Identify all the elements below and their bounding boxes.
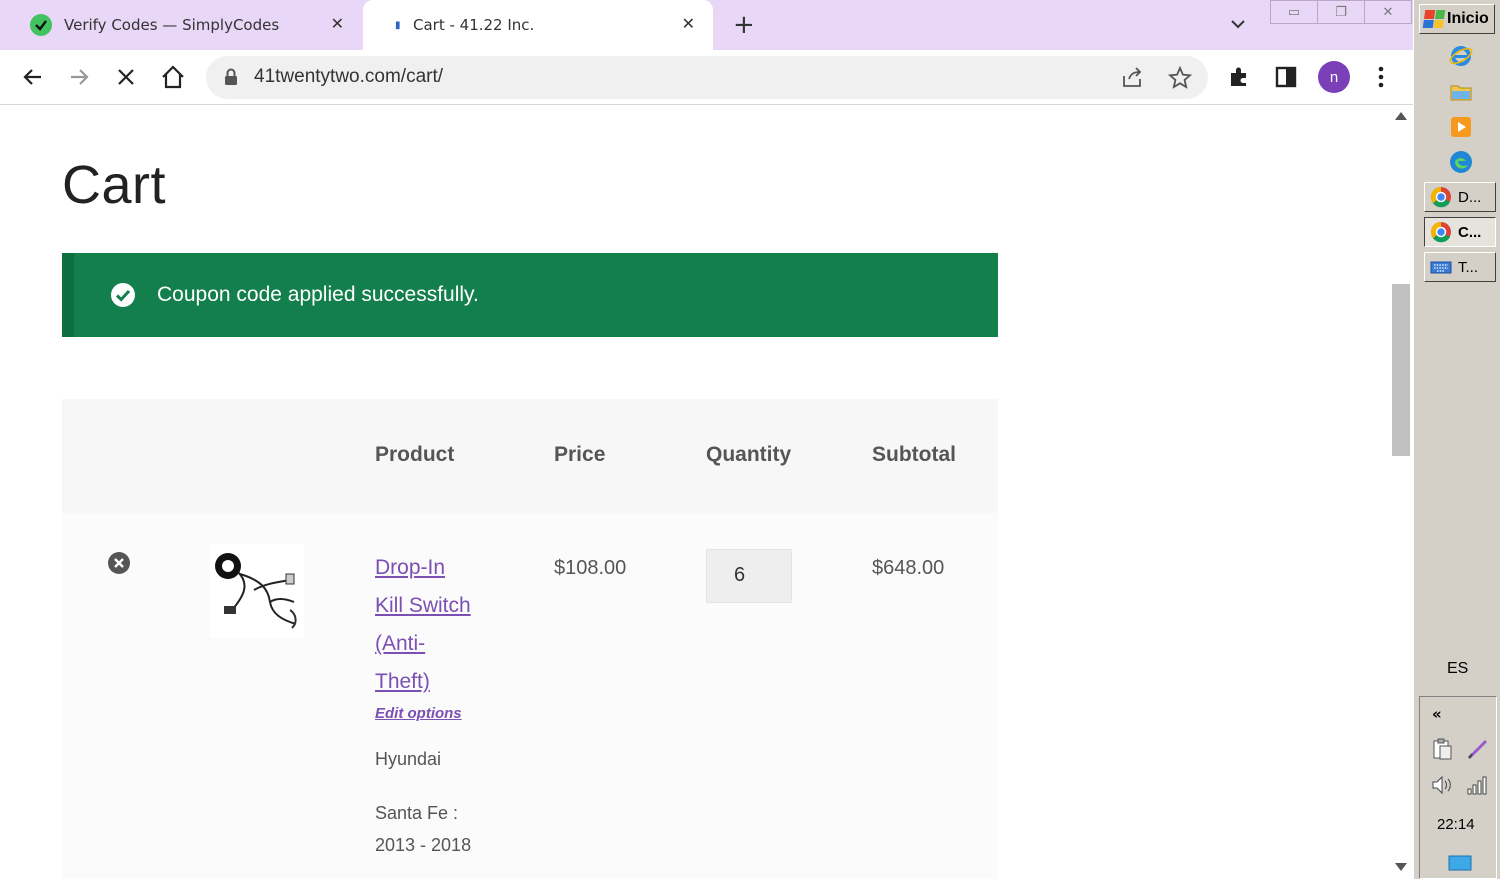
more-menu-icon[interactable] <box>1366 62 1396 92</box>
close-window-button[interactable]: ✕ <box>1365 1 1411 23</box>
chrome-icon <box>1431 222 1451 243</box>
stop-loading-icon[interactable] <box>111 62 141 92</box>
forward-arrow-icon[interactable] <box>64 62 94 92</box>
profile-avatar[interactable]: n <box>1318 61 1350 93</box>
tab-simplycodes[interactable]: Verify Codes — SimplyCodes ✕ <box>0 0 362 50</box>
lock-icon <box>224 68 238 90</box>
url-text: 41twentytwo.com/cart/ <box>254 66 444 87</box>
header-subtotal: Subtotal <box>872 443 956 466</box>
bookmark-star-icon[interactable] <box>1167 65 1193 94</box>
page-scrollbar[interactable] <box>1390 106 1413 879</box>
simplycodes-icon <box>30 14 52 36</box>
close-tab-icon[interactable]: ✕ <box>331 14 344 33</box>
volume-icon[interactable] <box>1430 773 1454 797</box>
new-tab-button[interactable]: + <box>733 10 755 40</box>
item-price: $108.00 <box>554 557 627 579</box>
quantity-input[interactable]: 6 <box>706 549 792 603</box>
notice-text: Coupon code applied successfully. <box>157 283 479 306</box>
product-thumbnail[interactable] <box>210 544 304 638</box>
loading-icon: ▮ <box>395 19 401 31</box>
task-label: D... <box>1458 188 1482 206</box>
network-signal-icon[interactable] <box>1466 773 1490 797</box>
system-tray: « 22:14 <box>1419 696 1497 879</box>
task-label: C... <box>1458 223 1482 241</box>
minimize-button[interactable]: ▭ <box>1271 1 1318 23</box>
product-meta-years: 2013 - 2018 <box>375 835 472 855</box>
taskbar-item-chrome-1[interactable]: D... <box>1424 182 1496 212</box>
edge-icon[interactable] <box>1449 150 1473 174</box>
header-price: Price <box>554 443 606 466</box>
show-desktop-icon[interactable] <box>1448 852 1472 876</box>
task-label: T... <box>1458 258 1479 276</box>
header-quantity: Quantity <box>706 443 792 466</box>
taskbar-item-keyboard[interactable]: T... <box>1424 252 1496 282</box>
taskbar-item-chrome-2[interactable]: C... <box>1424 217 1496 247</box>
window-controls: ▭ ❐ ✕ <box>1270 0 1412 24</box>
start-label: Inicio <box>1447 10 1489 27</box>
chevron-down-icon[interactable] <box>1226 12 1250 36</box>
close-tab-icon[interactable]: ✕ <box>682 14 695 33</box>
check-circle-icon <box>110 282 136 308</box>
restore-button[interactable]: ❐ <box>1318 1 1365 23</box>
pen-icon[interactable] <box>1466 737 1490 761</box>
windows-taskbar: Inicio D... C... T... ES « 22:14 <box>1413 0 1500 879</box>
internet-explorer-icon[interactable] <box>1449 44 1473 68</box>
chrome-icon <box>1431 187 1451 208</box>
tab-title: Cart - 41.22 Inc. <box>413 16 535 34</box>
share-icon[interactable] <box>1121 67 1143 93</box>
edit-options-link[interactable]: Edit options <box>375 705 462 722</box>
scroll-down-arrow-icon[interactable] <box>1395 863 1407 871</box>
folder-icon[interactable] <box>1449 80 1473 104</box>
start-button[interactable]: Inicio <box>1419 4 1495 34</box>
browser-toolbar: 41twentytwo.com/cart/ n <box>0 50 1413 105</box>
media-player-icon[interactable] <box>1449 115 1473 139</box>
product-meta-model: Santa Fe : <box>375 803 459 823</box>
clock[interactable]: 22:14 <box>1437 816 1475 833</box>
table-header: Product Price Quantity Subtotal <box>62 399 998 513</box>
success-notice: Coupon code applied successfully. <box>62 253 998 337</box>
scroll-thumb[interactable] <box>1392 284 1410 456</box>
address-bar[interactable]: 41twentytwo.com/cart/ <box>206 56 1208 99</box>
product-link[interactable]: Drop-In Kill Switch (Anti- Theft) <box>375 549 505 701</box>
tray-expand-icon[interactable]: « <box>1432 705 1442 723</box>
back-arrow-icon[interactable] <box>18 62 48 92</box>
clipboard-icon[interactable] <box>1430 737 1454 761</box>
page-content: Cart Coupon code applied successfully. P… <box>0 106 1390 879</box>
tab-title: Verify Codes — SimplyCodes <box>64 16 280 34</box>
windows-logo-icon <box>1422 10 1446 28</box>
language-indicator[interactable]: ES <box>1447 660 1468 678</box>
keyboard-icon <box>1430 261 1452 274</box>
home-icon[interactable] <box>158 62 188 92</box>
product-meta-make: Hyundai <box>375 749 442 769</box>
tab-cart[interactable]: ▮ Cart - 41.22 Inc. ✕ <box>363 0 713 50</box>
scroll-up-arrow-icon[interactable] <box>1395 112 1407 120</box>
side-panel-icon[interactable] <box>1271 62 1301 92</box>
tab-strip: Verify Codes — SimplyCodes ✕ ▮ Cart - 41… <box>0 0 1413 50</box>
screen: Verify Codes — SimplyCodes ✕ ▮ Cart - 41… <box>0 0 1500 879</box>
page-title: Cart <box>62 155 167 215</box>
extensions-puzzle-icon[interactable] <box>1224 62 1254 92</box>
item-subtotal: $648.00 <box>872 557 945 579</box>
header-product: Product <box>375 443 455 466</box>
cart-table: Product Price Quantity Subtotal Drop-In … <box>62 399 998 879</box>
remove-item-icon[interactable] <box>107 551 131 575</box>
